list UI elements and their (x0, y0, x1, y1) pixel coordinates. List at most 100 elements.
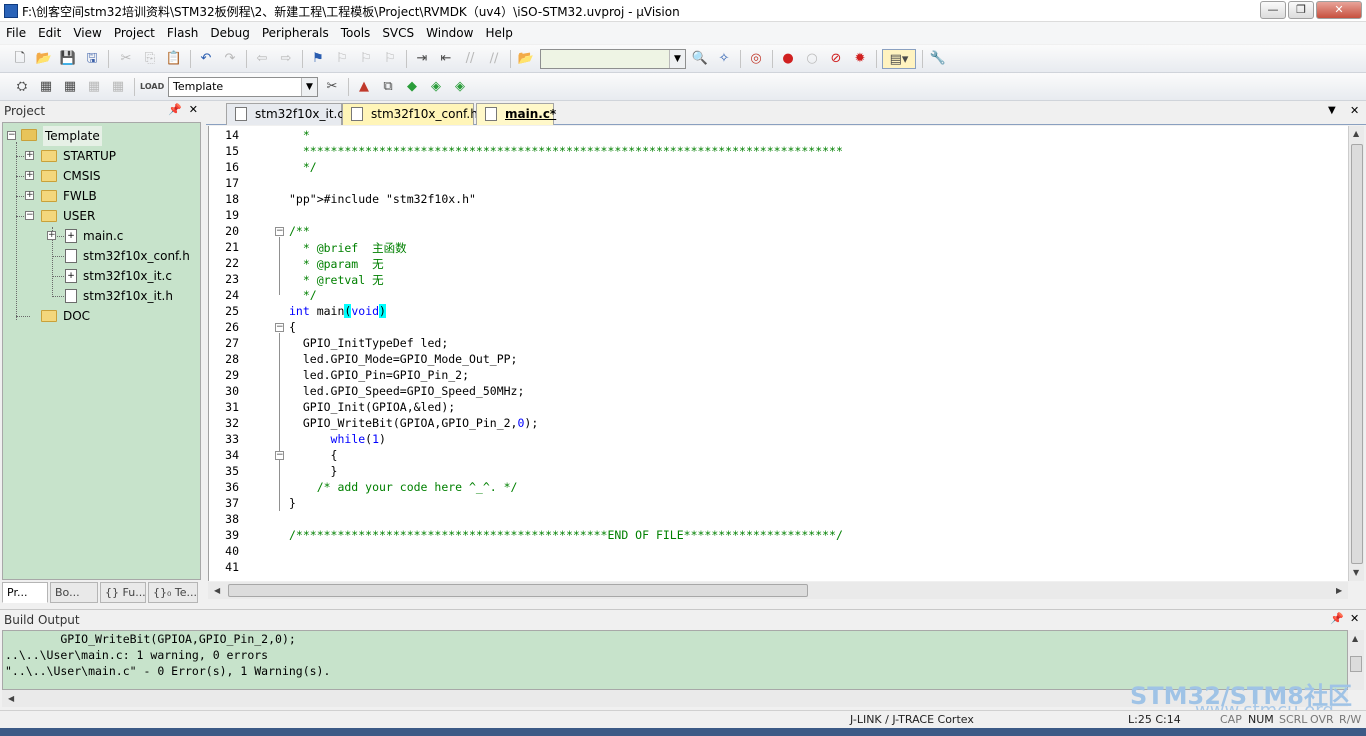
comment-icon[interactable]: // (460, 49, 480, 69)
redo-icon[interactable]: ↷ (220, 49, 240, 69)
navigate-forward-icon[interactable]: ⇨ (276, 49, 296, 69)
code-line[interactable]: GPIO_Init(GPIOA,&led); (289, 400, 455, 414)
pack-installer-icon[interactable]: ◈ (426, 77, 446, 97)
manage-components-icon[interactable]: ▲ (354, 77, 374, 97)
kill-breakpoints-icon[interactable]: ✹ (850, 49, 870, 69)
open-folder-icon[interactable]: 📂 (34, 49, 54, 69)
scroll-thumb[interactable] (1350, 656, 1362, 672)
expand-icon[interactable]: + (25, 151, 34, 160)
menu-debug[interactable]: Debug (204, 22, 255, 44)
undo-icon[interactable]: ↶ (196, 49, 216, 69)
tab-project[interactable]: Pr... (2, 582, 48, 603)
translate-icon[interactable]: ⛭ (12, 77, 32, 97)
breakpoint-icon[interactable]: ● (778, 49, 798, 69)
code-line[interactable]: } (289, 464, 338, 478)
code-line[interactable]: { (289, 448, 338, 462)
expand-icon[interactable]: + (25, 191, 34, 200)
expand-icon[interactable]: + (47, 231, 56, 240)
uncomment-icon[interactable]: ∕∕ (484, 49, 504, 69)
close-icon[interactable]: ✕ (189, 103, 198, 116)
pin-icon[interactable]: 📌 (1330, 612, 1344, 625)
menu-help[interactable]: Help (479, 22, 518, 44)
bookmark-icon[interactable]: ⚑ (308, 49, 328, 69)
chevron-down-icon[interactable]: ▼ (301, 78, 317, 96)
tab-stm32f10x-it-c[interactable]: stm32f10x_it.c (226, 103, 344, 125)
code-line[interactable]: "pp">#include "stm32f10x.h" (289, 192, 476, 206)
close-icon[interactable]: ✕ (1350, 612, 1359, 625)
menu-view[interactable]: View (67, 22, 107, 44)
pin-icon[interactable]: 📌 (168, 103, 182, 116)
code-line[interactable]: /***************************************… (289, 528, 843, 542)
code-line[interactable]: } (289, 496, 296, 510)
scroll-up-icon[interactable]: ▲ (1353, 129, 1359, 138)
editor-horizontal-scrollbar[interactable]: ◀ ▶ (208, 582, 1348, 599)
menu-tools[interactable]: Tools (335, 22, 377, 44)
prev-bookmark-icon[interactable]: ⚐ (332, 49, 352, 69)
tab-books[interactable]: Bo... (50, 582, 98, 603)
debug-session-icon[interactable]: ◎ (746, 49, 766, 69)
editor-vertical-scrollbar[interactable]: ▲ ▼ (1348, 126, 1364, 581)
code-line[interactable]: led.GPIO_Speed=GPIO_Speed_50MHz; (289, 384, 525, 398)
window-layout-icon[interactable]: ▤▾ (882, 49, 916, 69)
scroll-left-icon[interactable]: ◀ (214, 586, 220, 595)
tab-stm32f10x-conf-h[interactable]: stm32f10x_conf.h (342, 103, 478, 125)
menu-svcs[interactable]: SVCS (376, 22, 420, 44)
incremental-find-icon[interactable]: ✧ (714, 49, 734, 69)
code-line[interactable]: led.GPIO_Pin=GPIO_Pin_2; (289, 368, 469, 382)
tab-templates[interactable]: {}₀ Te... (148, 582, 198, 603)
next-bookmark-icon[interactable]: ⚐ (356, 49, 376, 69)
tab-list-chevron-icon[interactable]: ▼ (1328, 105, 1336, 116)
code-line[interactable]: GPIO_InitTypeDef led; (289, 336, 448, 350)
tab-main-c[interactable]: main.c* (476, 103, 556, 125)
disable-breakpoints-icon[interactable]: ⊘ (826, 49, 846, 69)
code-line[interactable]: * @param 无 (289, 256, 384, 272)
save-icon[interactable]: 💾 (58, 49, 78, 69)
scroll-thumb[interactable] (1351, 144, 1363, 564)
code-line[interactable]: led.GPIO_Mode=GPIO_Mode_Out_PP; (289, 352, 518, 366)
minimize-button[interactable]: — (1260, 1, 1286, 19)
close-icon[interactable]: ✕ (1350, 104, 1359, 117)
code-editor[interactable]: 14 15 16 17 18 19 20 21 22 23 24 25 26 27 28 29 30 31 32 33… (208, 126, 1348, 581)
maximize-button[interactable]: ❐ (1288, 1, 1314, 19)
menu-window[interactable]: Window (420, 22, 479, 44)
scroll-down-icon[interactable]: ▼ (1353, 568, 1359, 577)
code-line[interactable]: * @brief 主函数 (289, 240, 407, 256)
find-icon[interactable]: 🔍 (690, 49, 710, 69)
code-line[interactable]: GPIO_WriteBit(GPIOA,GPIO_Pin_2,0); (289, 416, 538, 430)
enable-breakpoint-icon[interactable]: ○ (802, 49, 822, 69)
fold-collapse-icon[interactable]: − (275, 451, 284, 460)
download-icon[interactable]: LOAD (140, 77, 164, 97)
scroll-up-icon[interactable]: ▲ (1352, 634, 1358, 643)
collapse-icon[interactable]: − (7, 131, 16, 140)
code-line[interactable]: * (289, 128, 310, 142)
chevron-down-icon[interactable]: ▼ (669, 50, 685, 68)
code-line[interactable]: /** (289, 224, 310, 238)
menu-peripherals[interactable]: Peripherals (256, 22, 335, 44)
fold-collapse-icon[interactable]: − (275, 323, 284, 332)
code-line[interactable]: ****************************************… (289, 144, 843, 158)
run-time-environment-icon[interactable]: ◈ (450, 77, 470, 97)
save-all-icon[interactable]: 🖫 (82, 49, 102, 69)
indent-icon[interactable]: ⇥ (412, 49, 432, 69)
scroll-left-icon[interactable]: ◀ (8, 694, 14, 703)
menu-project[interactable]: Project (108, 22, 161, 44)
menu-edit[interactable]: Edit (32, 22, 67, 44)
cut-icon[interactable]: ✂ (116, 49, 136, 69)
configure-icon[interactable]: 🔧 (928, 49, 948, 69)
menu-flash[interactable]: Flash (161, 22, 204, 44)
code-line[interactable]: while(1) (289, 432, 386, 446)
scroll-thumb[interactable] (228, 584, 808, 597)
target-select[interactable]: Template ▼ (168, 77, 318, 97)
find-combo[interactable]: ▼ (540, 49, 686, 69)
stop-build-icon[interactable]: ▦ (108, 77, 128, 97)
scroll-right-icon[interactable]: ▶ (1336, 586, 1342, 595)
copy-icon[interactable]: ⎘ (140, 49, 160, 69)
paste-icon[interactable]: 📋 (164, 49, 184, 69)
close-button[interactable]: ✕ (1316, 1, 1362, 19)
rebuild-icon[interactable]: ▦ (60, 77, 80, 97)
code-line[interactable]: */ (289, 288, 317, 302)
code-line[interactable]: int main(void) (289, 304, 386, 318)
code-line[interactable]: /* add your code here ^_^. */ (289, 480, 518, 494)
build-icon[interactable]: ▦ (36, 77, 56, 97)
clear-bookmarks-icon[interactable]: ⚐ (380, 49, 400, 69)
